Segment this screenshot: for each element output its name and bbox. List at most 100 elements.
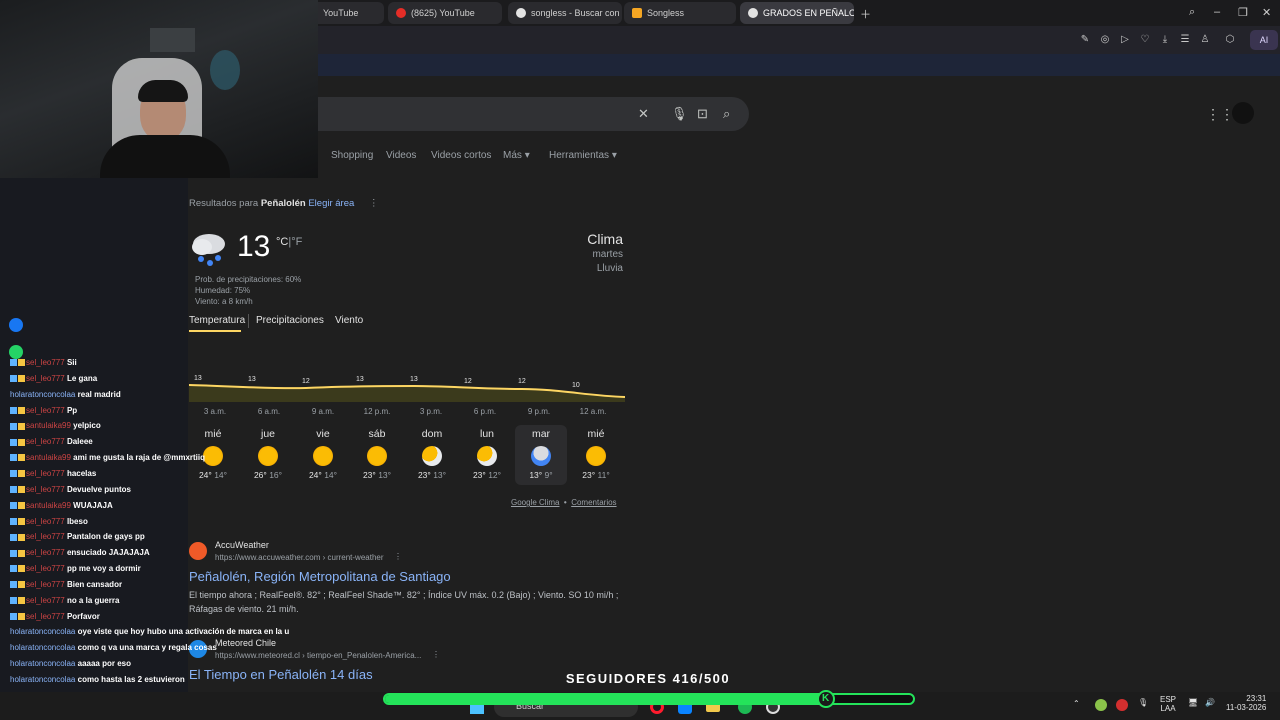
forecast-high: 23°: [362, 470, 376, 480]
current-temperature: 13: [237, 230, 271, 263]
google-weather-link[interactable]: Google Clima: [511, 498, 559, 507]
result-site[interactable]: Meteored Chile: [215, 638, 276, 648]
chat-username[interactable]: santulaika99: [26, 421, 71, 430]
chat-username[interactable]: sel_leo777: [26, 596, 65, 605]
more-options-icon[interactable]: ⋮: [394, 552, 402, 561]
lens-icon[interactable]: ⊡: [697, 106, 708, 122]
camera-icon[interactable]: ◎: [1098, 33, 1112, 47]
chat-username[interactable]: santulaika99: [26, 453, 71, 462]
forecast-day[interactable]: vie 24° 14°: [297, 425, 349, 485]
edit-icon[interactable]: ✎: [1078, 33, 1092, 47]
chat-username[interactable]: sel_leo777: [26, 374, 65, 383]
unit-fahrenheit[interactable]: °F: [291, 236, 302, 248]
result-title[interactable]: El Tiempo en Peñalolén 14 días: [189, 667, 373, 682]
chat-username[interactable]: sel_leo777: [26, 548, 65, 557]
more-options-icon[interactable]: ⋮: [369, 198, 379, 209]
forecast-temps: 23° 13°: [351, 470, 403, 480]
chat-badge-icon: [10, 375, 17, 383]
result-site[interactable]: AccuWeather: [215, 540, 269, 550]
chat-username[interactable]: holaratonconcolaa: [10, 675, 75, 684]
chat-username[interactable]: sel_leo777: [26, 406, 65, 415]
forecast-day[interactable]: lun 23° 12°: [461, 425, 513, 485]
chat-username[interactable]: sel_leo777: [26, 485, 65, 494]
ceiling-panel: [150, 28, 195, 52]
tab-tools[interactable]: Herramientas ▾: [549, 150, 617, 161]
menu-icon[interactable]: ☰: [1178, 33, 1192, 47]
forecast-day[interactable]: jue 26° 16°: [242, 425, 294, 485]
volume-icon[interactable]: 🔊: [1205, 698, 1215, 707]
tab-songless[interactable]: Songless: [624, 2, 736, 24]
chat-username[interactable]: sel_leo777: [26, 580, 65, 589]
tab-grados-penalolen[interactable]: GRADOS EN PEÑALOLEN: [740, 2, 854, 24]
chevron-up-icon[interactable]: ⌃: [1073, 699, 1080, 708]
more-options-icon[interactable]: ⋮: [432, 650, 440, 659]
red-tray-icon[interactable]: [1116, 699, 1128, 711]
chat-username[interactable]: sel_leo777: [26, 437, 65, 446]
search-icon[interactable]: ⌕: [723, 106, 730, 122]
close-icon[interactable]: ✕: [1262, 6, 1271, 19]
chat-username[interactable]: sel_leo777: [26, 532, 65, 541]
chat-badge-icon: [10, 549, 17, 557]
language-code: ESP: [1160, 695, 1177, 704]
chat-text: Daleee: [66, 437, 93, 447]
tab-precipitation[interactable]: Precipitaciones: [256, 315, 324, 326]
chat-badge-icon: [10, 533, 17, 541]
chat-username[interactable]: holaratonconcolaa: [10, 643, 75, 652]
chat-message: holaratonconcolaa aaaaa por eso: [10, 659, 131, 668]
plus-icon[interactable]: ＋: [860, 6, 871, 22]
clock[interactable]: 23:31 11-03-2026: [1226, 694, 1266, 712]
chat-badge-icon: [10, 502, 17, 510]
language-indicator[interactable]: ESP LAA: [1160, 695, 1176, 713]
feedback-link[interactable]: Comentarios: [571, 498, 616, 507]
unit-celsius[interactable]: °C: [276, 236, 288, 248]
chat-text: pp me voy a dormir: [66, 564, 141, 574]
chat-username[interactable]: sel_leo777: [26, 358, 65, 367]
chat-message: holaratonconcolaa como hasta las 2 estuv…: [10, 675, 185, 684]
forecast-day[interactable]: mié 23° 11°: [570, 425, 622, 485]
chat-username[interactable]: holaratonconcolaa: [10, 390, 75, 399]
profile-icon[interactable]: ♙: [1198, 33, 1212, 47]
ai-button[interactable]: AI: [1250, 30, 1278, 50]
download-icon[interactable]: ⤓: [1158, 33, 1172, 47]
tab-songless-search[interactable]: songless - Buscar con Google: [508, 2, 622, 24]
location-name: Peñalolén: [260, 198, 306, 209]
chat-username[interactable]: holaratonconcolaa: [10, 659, 75, 668]
result-url[interactable]: https://www.meteored.cl › tiempo-en_Pena…: [215, 651, 421, 660]
tab-videos[interactable]: Videos: [386, 150, 416, 161]
maximize-icon[interactable]: ❐: [1238, 6, 1248, 19]
heart-icon[interactable]: ♡: [1138, 33, 1152, 47]
choose-area-link[interactable]: Elegir área: [308, 198, 354, 209]
extension-icon[interactable]: ⬡: [1223, 33, 1237, 47]
microphone-tray-icon[interactable]: 🎙: [1138, 698, 1148, 707]
chat-username[interactable]: sel_leo777: [26, 612, 65, 621]
network-icon[interactable]: 🖥: [1188, 698, 1198, 707]
minimize-icon[interactable]: –: [1214, 6, 1220, 18]
chat-badge-icon: [18, 406, 25, 414]
forecast-day-selected[interactable]: mar 13° 9°: [515, 425, 567, 485]
result-title[interactable]: Peñalolén, Región Metropolitana de Santi…: [189, 569, 451, 584]
tab-shopping[interactable]: Shopping: [331, 150, 373, 161]
chat-username[interactable]: sel_leo777: [26, 469, 65, 478]
tab-wind[interactable]: Viento: [335, 315, 363, 326]
chat-username[interactable]: holaratonconcolaa: [10, 627, 75, 636]
unit-toggle[interactable]: °C|°F: [276, 236, 302, 248]
microphone-icon[interactable]: 🎙: [671, 106, 688, 122]
tab-short-videos[interactable]: Videos cortos: [431, 150, 491, 161]
search-tabs-icon[interactable]: ⌕: [1189, 6, 1195, 19]
avatar[interactable]: [1232, 102, 1254, 124]
green-tray-icon[interactable]: [1095, 699, 1107, 711]
follower-progress-bar: [383, 693, 915, 705]
tab-youtube-2[interactable]: (8625) YouTube: [388, 2, 502, 24]
forecast-day[interactable]: dom 23° 13°: [406, 425, 458, 485]
result-url[interactable]: https://www.accuweather.com › current-we…: [215, 553, 384, 562]
chat-username[interactable]: sel_leo777: [26, 517, 65, 526]
chat-username[interactable]: sel_leo777: [26, 564, 65, 573]
tab-more[interactable]: Más ▾: [503, 150, 530, 161]
tab-temperature[interactable]: Temperatura: [189, 315, 245, 326]
forecast-day[interactable]: sáb 23° 13°: [351, 425, 403, 485]
chat-text: Le gana: [66, 373, 98, 383]
clear-search-icon[interactable]: ✕: [638, 106, 649, 122]
play-icon[interactable]: ▷: [1118, 33, 1132, 47]
chat-username[interactable]: santulaika99: [26, 501, 71, 510]
forecast-high: 26°: [253, 470, 267, 480]
